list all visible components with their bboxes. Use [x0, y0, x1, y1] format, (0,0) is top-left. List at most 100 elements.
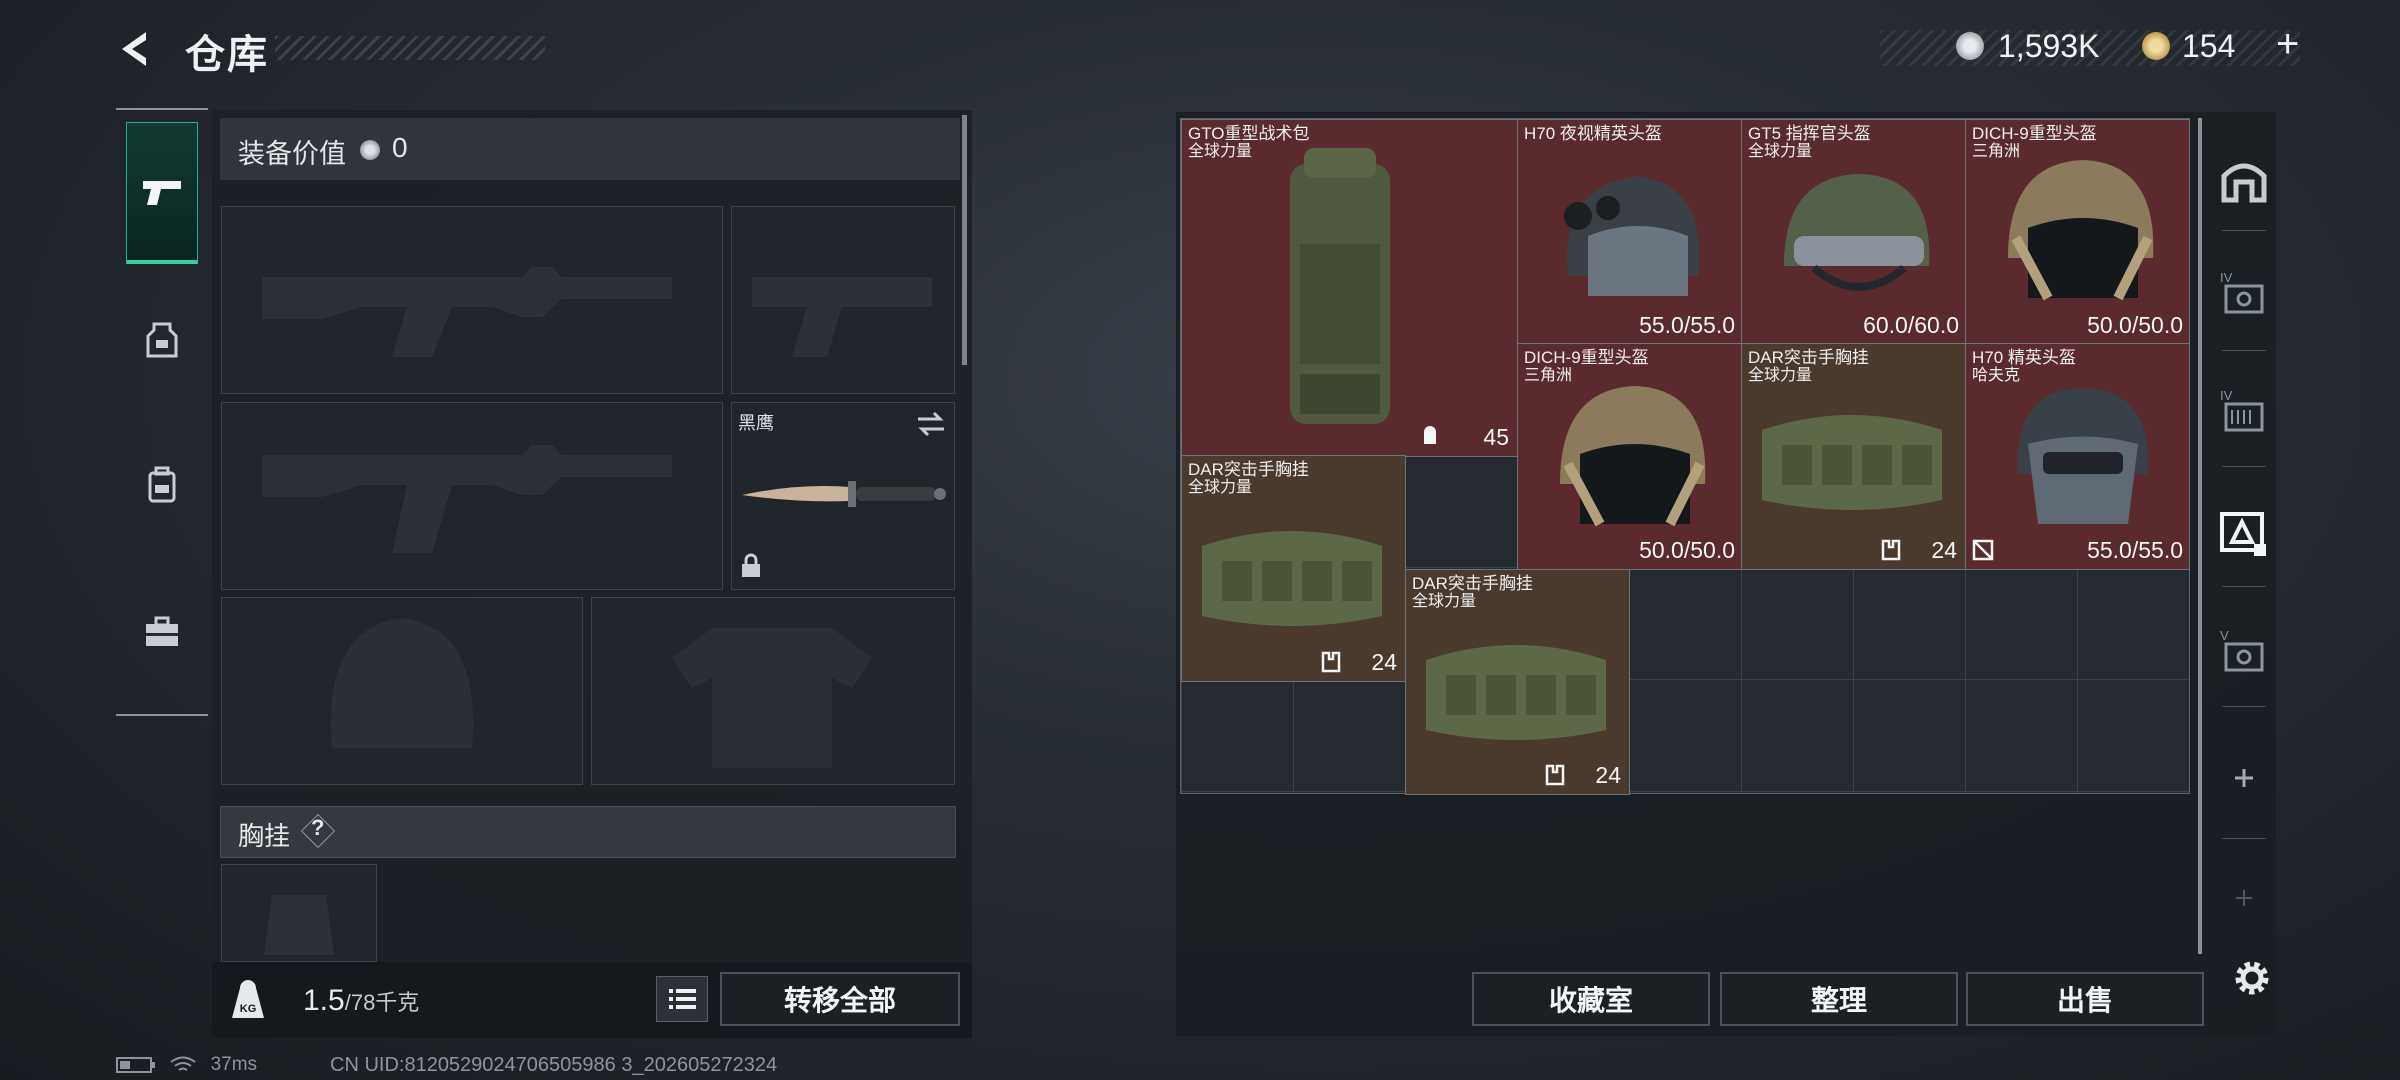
nav-weapons[interactable]: [126, 122, 198, 264]
svg-text:KG: KG: [240, 1003, 257, 1015]
list-view-button[interactable]: [656, 976, 708, 1022]
vest-icon: [146, 322, 178, 358]
stash-item-chest-rig[interactable]: DAR突击手胸挂 全球力量 24: [1181, 455, 1406, 682]
stash-page-home[interactable]: [2212, 148, 2276, 212]
ticket-amount: 154: [2182, 28, 2236, 64]
rig-image: [1202, 531, 1382, 626]
stash-item-backpack[interactable]: GTO重型战术包 全球力量 45: [1181, 119, 1518, 457]
combat-knife-icon: [742, 481, 946, 507]
transfer-all-button[interactable]: 转移全部: [720, 972, 960, 1026]
stash-page-4b[interactable]: IV: [2212, 380, 2276, 444]
item-durability: 50.0/50.0: [1639, 537, 1735, 563]
item-name: DAR突击手胸挂: [1188, 460, 1309, 479]
sell-button[interactable]: 出售: [1966, 972, 2204, 1026]
item-capacity: 45: [1483, 424, 1509, 450]
title-decoration: [275, 36, 545, 60]
item-durability: 55.0/55.0: [2087, 537, 2183, 563]
item-name: DAR突击手胸挂: [1748, 348, 1869, 367]
stash-page-active[interactable]: [2212, 500, 2276, 564]
rifle-silhouette-icon: [262, 267, 672, 357]
item-name: GT5 指挥官头盔: [1748, 124, 1871, 143]
nav-gear[interactable]: [116, 270, 208, 410]
item-faction: 全球力量: [1412, 593, 1477, 610]
svg-text:IV: IV: [2220, 270, 2233, 285]
nav-backpack[interactable]: [116, 415, 208, 555]
stash-item-chest-rig[interactable]: DAR突击手胸挂 全球力量 24: [1405, 569, 1630, 795]
separator: [2222, 706, 2266, 707]
rig-silhouette-icon: [264, 895, 334, 955]
chest-rig-label: 胸挂: [238, 821, 291, 851]
item-name: H70 精英头盔: [1972, 348, 2076, 367]
helmet-image: [2008, 160, 2154, 301]
item-name: GTO重型战术包: [1188, 124, 1310, 143]
stash-item-helmet[interactable]: H70 精英头盔 哈夫克 55.0/55.0: [1965, 343, 2190, 570]
capacity-icon: [1321, 651, 1341, 673]
collection-room-button[interactable]: 收藏室: [1472, 972, 1710, 1026]
nav-toolbox[interactable]: [116, 562, 208, 702]
helmet-slot[interactable]: [221, 597, 583, 785]
separator: [2222, 466, 2266, 467]
toolbox-icon: [146, 616, 178, 646]
melee-name: 黑鹰: [738, 413, 774, 433]
item-capacity: 24: [1931, 537, 1957, 563]
money-amount: 1,593K: [1998, 28, 2100, 64]
item-name: DAR突击手胸挂: [1412, 574, 1533, 593]
sort-button[interactable]: 整理: [1720, 972, 1958, 1026]
separator: [2222, 838, 2266, 839]
item-faction: 全球力量: [1748, 367, 1813, 384]
backpack-image: [1290, 148, 1390, 424]
item-capacity: 24: [1371, 649, 1397, 675]
capacity-icon: [1881, 539, 1901, 561]
stash-item-helmet[interactable]: DICH-9重型头盔 三角洲 50.0/50.0: [1965, 119, 2190, 345]
settings-button[interactable]: [2220, 946, 2284, 1010]
ticket-icon: [2142, 32, 2170, 60]
item-faction: 全球力量: [1188, 143, 1253, 160]
plus-icon: [2235, 769, 2253, 787]
stash-item-helmet[interactable]: H70 夜视精英头盔 55.0/55.0: [1517, 119, 1742, 345]
storage-crate-icon: IV: [2220, 270, 2264, 314]
stash-page-4[interactable]: IV: [2212, 262, 2276, 326]
ping-value: 37ms: [210, 1054, 258, 1075]
storage-crate-icon: V: [2220, 628, 2264, 672]
svg-text:IV: IV: [2220, 388, 2233, 403]
coin-icon: [1956, 32, 1984, 60]
loadout-scrollbar[interactable]: [962, 115, 967, 365]
help-button[interactable]: ?: [311, 815, 324, 841]
add-currency-button[interactable]: +: [2276, 22, 2299, 67]
backpack-icon: [148, 466, 176, 503]
add-stash-page-button-disabled: [2212, 866, 2276, 930]
capacity-icon: [1424, 426, 1436, 444]
swap-icon[interactable]: [916, 411, 946, 437]
item-durability: 55.0/55.0: [1639, 312, 1735, 338]
primary-weapon-slot[interactable]: [221, 206, 723, 394]
left-category-nav: [116, 108, 208, 716]
secondary-weapon-slot[interactable]: [221, 402, 723, 590]
pistol-icon: [143, 181, 181, 205]
helmet-image: [1784, 174, 1930, 291]
list-icon: [669, 989, 696, 1009]
svg-text:V: V: [2220, 628, 2229, 643]
plus-icon: [2236, 890, 2252, 906]
stash-item-helmet[interactable]: GT5 指挥官头盔 全球力量 60.0/60.0: [1741, 119, 1966, 345]
safehouse-icon: [2221, 163, 2267, 203]
stash-item-chest-rig[interactable]: DAR突击手胸挂 全球力量 24: [1741, 343, 1966, 570]
add-stash-page-button[interactable]: [2212, 746, 2276, 810]
stash-item-helmet[interactable]: DICH-9重型头盔 三角洲 50.0/50.0: [1517, 343, 1742, 570]
armor-slot[interactable]: [591, 597, 955, 785]
weight-icon: KG: [232, 980, 264, 1018]
pistol-slot[interactable]: [731, 206, 955, 394]
item-name: DICH-9重型头盔: [1524, 348, 1649, 367]
capacity-icon: [1545, 764, 1565, 786]
item-faction: 全球力量: [1188, 479, 1253, 496]
item-durability: 60.0/60.0: [1863, 312, 1959, 338]
chest-rig-slot[interactable]: [221, 864, 377, 962]
helmet-silhouette-icon: [330, 618, 474, 748]
stash-scrollbar[interactable]: [2198, 118, 2202, 954]
equipment-value-label: 装备价值: [238, 139, 346, 169]
stash-page-5[interactable]: V: [2212, 620, 2276, 684]
stash-grid: GTO重型战术包 全球力量 45 H70 夜视精英头盔 55.0/55.0 GT…: [1180, 118, 2190, 795]
melee-slot[interactable]: 黑鹰: [731, 402, 955, 590]
item-capacity: 24: [1595, 762, 1621, 788]
back-arrow-icon[interactable]: [112, 26, 158, 72]
item-durability: 50.0/50.0: [2087, 312, 2183, 338]
